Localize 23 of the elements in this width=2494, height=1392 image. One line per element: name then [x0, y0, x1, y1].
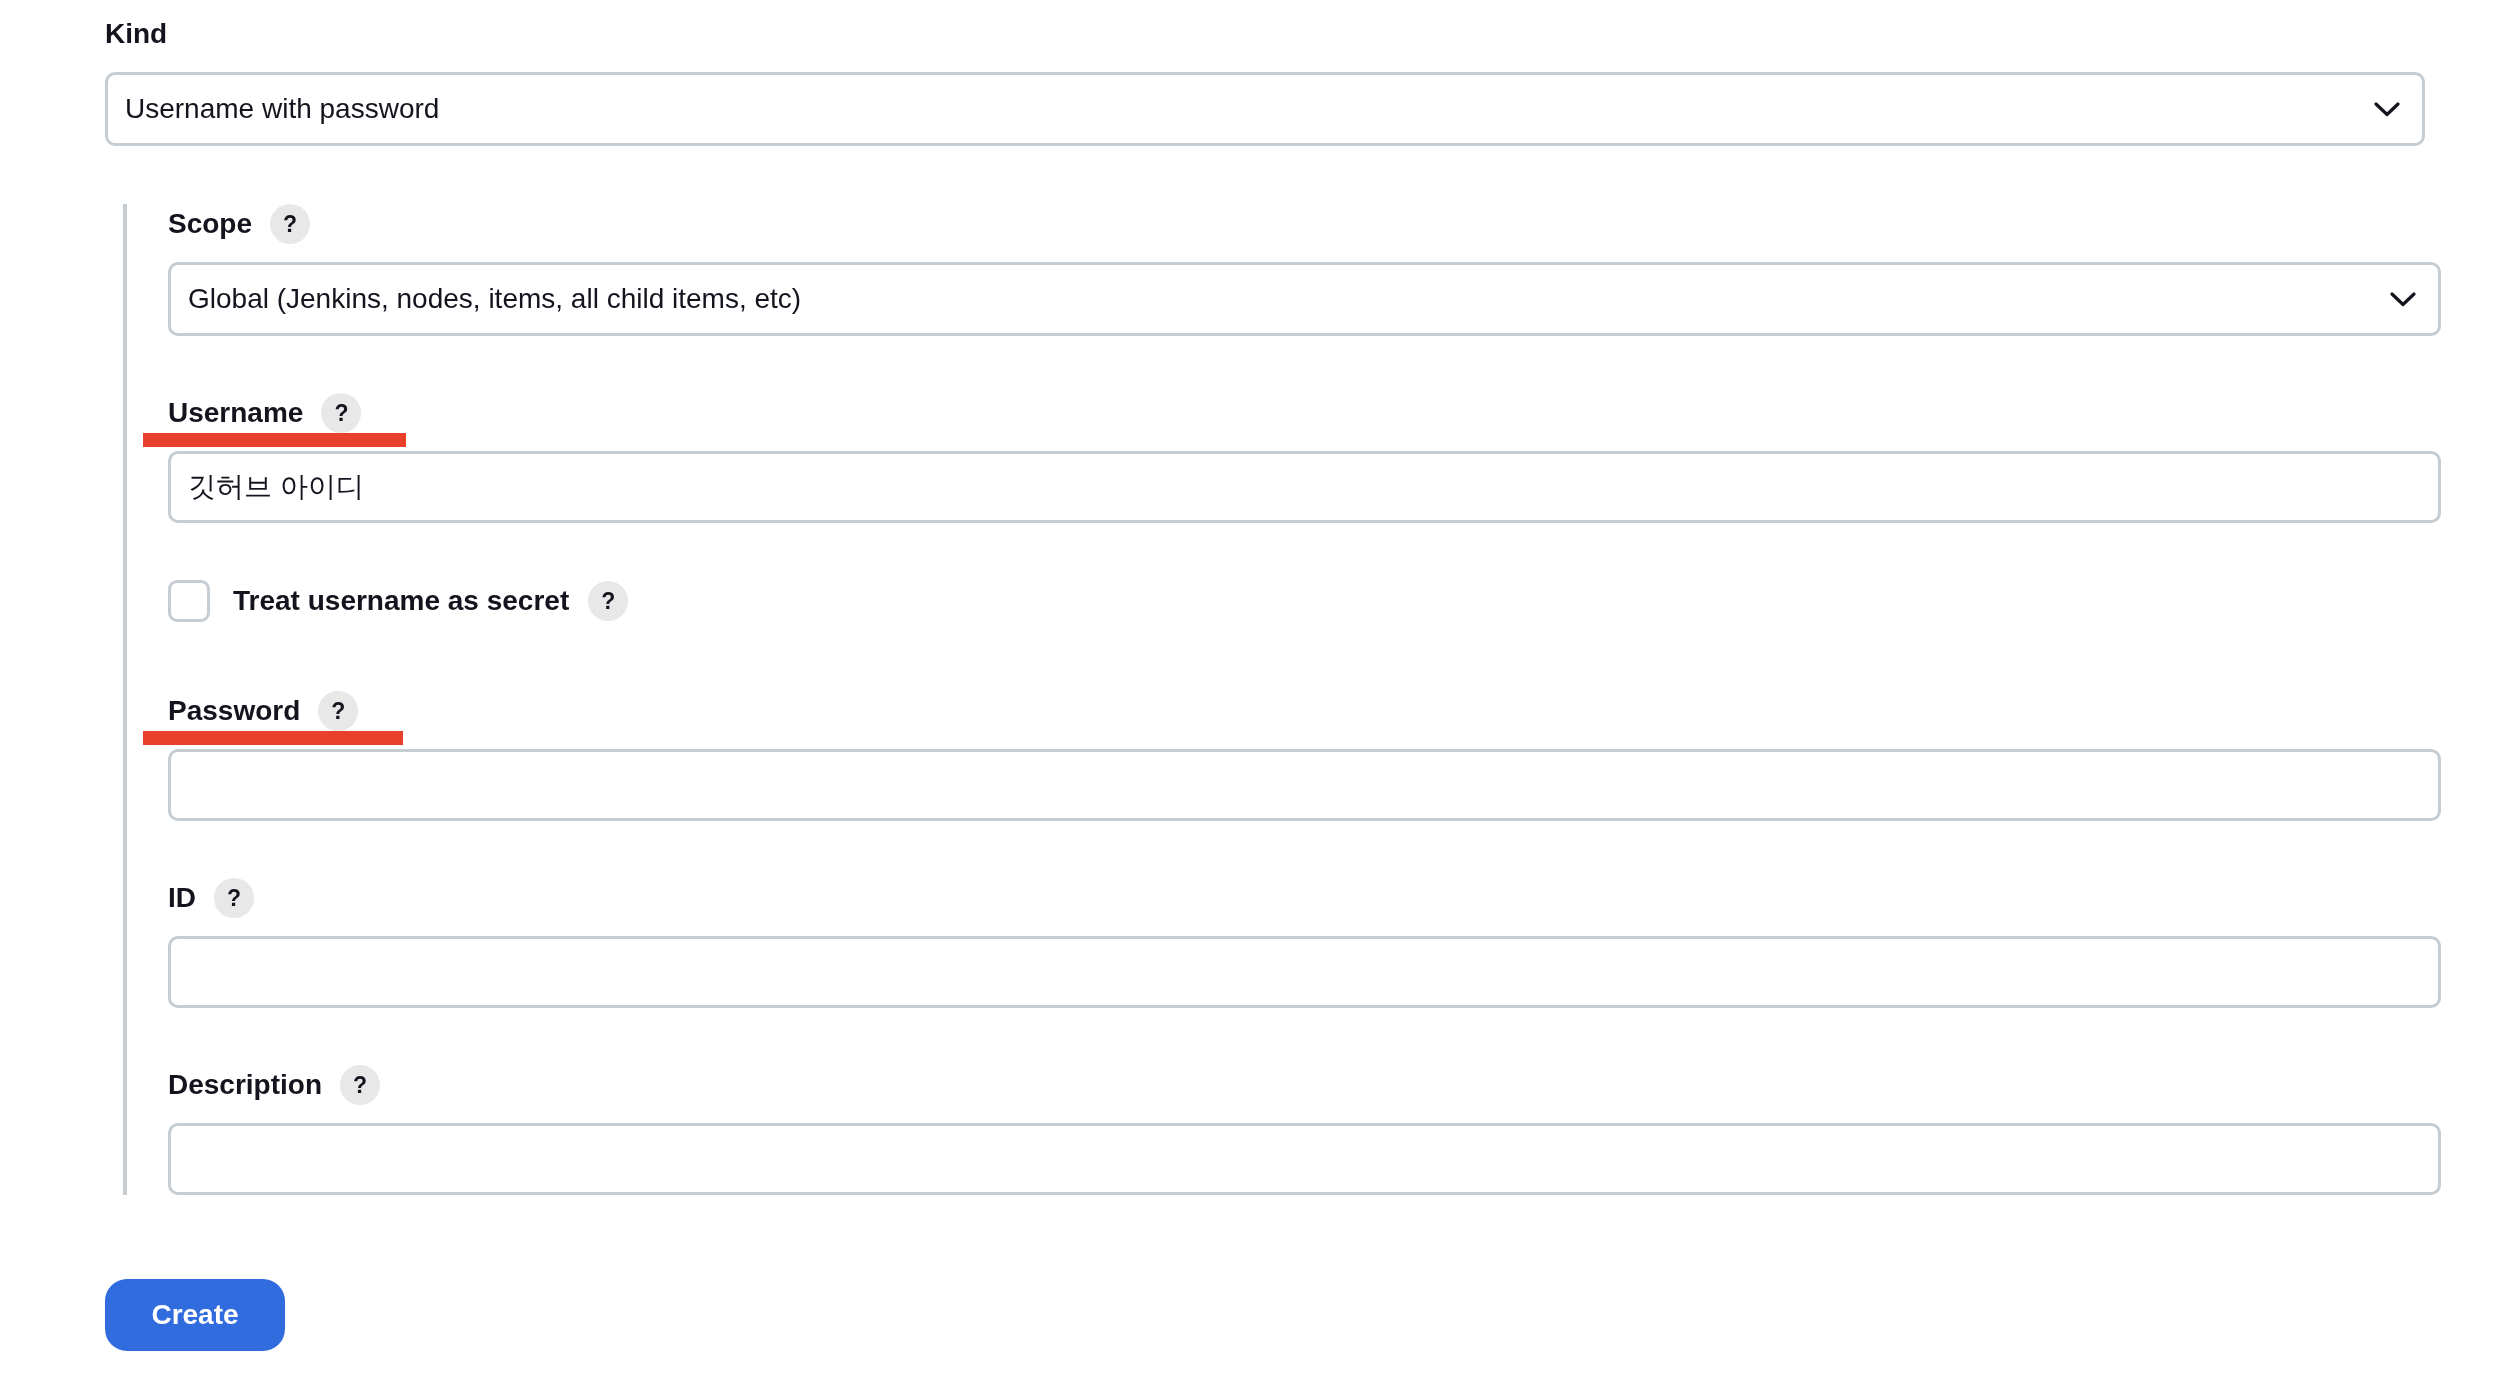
create-button[interactable]: Create [105, 1279, 285, 1351]
text-field[interactable] [168, 1123, 2441, 1195]
help-button[interactable]: ? [588, 581, 629, 621]
field-label: Username [168, 396, 304, 430]
text-field[interactable]: 깃허브 아이디 [168, 451, 2441, 523]
help-button[interactable]: ? [321, 393, 362, 433]
help-button[interactable]: ? [214, 878, 254, 918]
dropdown[interactable]: Username with password [105, 72, 2425, 146]
help-button[interactable]: ? [270, 204, 311, 244]
field-label: Description [168, 1068, 323, 1102]
checkbox-label: Treat username as secret [233, 584, 570, 618]
password-field[interactable] [168, 749, 2441, 821]
chevron-down-icon [2390, 291, 2416, 307]
chevron-down-icon [2374, 101, 2400, 117]
checkbox[interactable] [168, 580, 210, 622]
help-button[interactable]: ? [318, 691, 359, 731]
help-button[interactable]: ? [340, 1065, 381, 1105]
field-label: Password [168, 694, 301, 728]
dropdown[interactable]: Global (Jenkins, nodes, items, all child items, etc) [168, 262, 2441, 336]
text-field[interactable] [168, 936, 2441, 1008]
field-label: ID [168, 881, 196, 915]
field-label: Kind [105, 17, 168, 51]
field-label: Scope [168, 207, 253, 241]
